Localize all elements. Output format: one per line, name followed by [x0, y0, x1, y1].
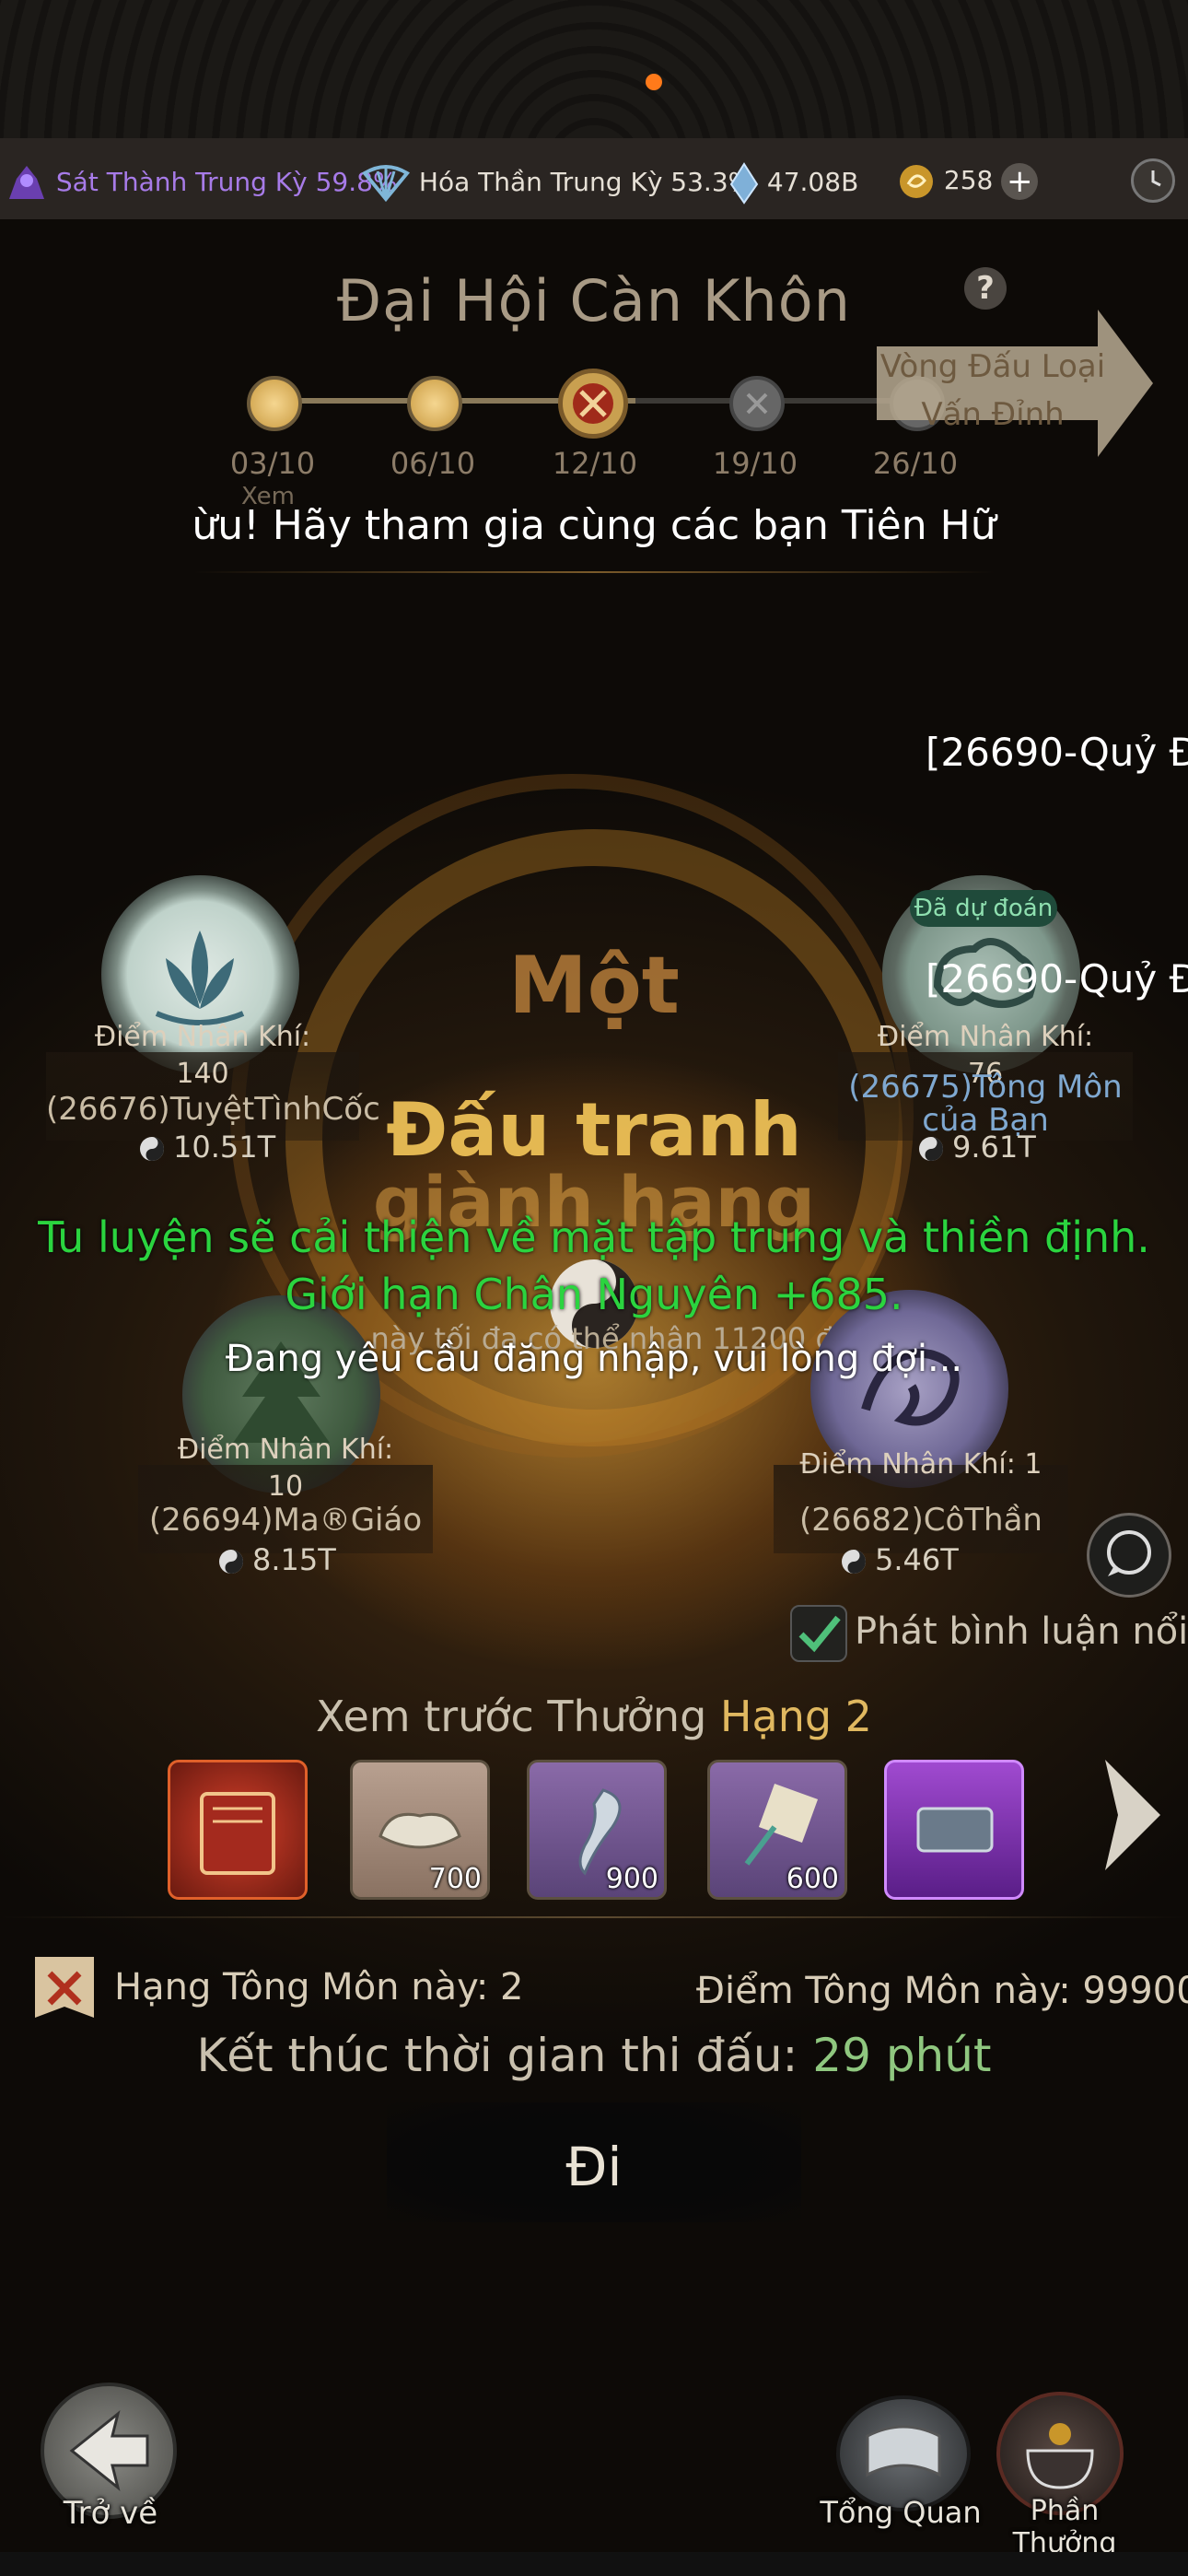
divider-line — [193, 571, 995, 573]
purple-card-icon — [916, 1807, 994, 1853]
sect-2-points-label: Điểm Nhân Khí: — [877, 1021, 1094, 1053]
camera-indicator — [646, 74, 662, 90]
realm-status-1: Sát Thành Trung Kỳ 59.8% — [6, 162, 398, 205]
scroll-map-icon — [866, 2425, 941, 2477]
sect-1-power-value: 10.51T — [173, 1130, 276, 1165]
checkmark-icon — [798, 1615, 841, 1653]
comment-checkbox[interactable] — [790, 1605, 847, 1662]
chat-button[interactable] — [1087, 1513, 1171, 1598]
chat-scroll-message-1: [26690-Quỷ Đ — [926, 730, 1188, 775]
sect-2-power: 9.61T — [917, 1130, 1036, 1165]
sect-3-points: 10 — [267, 1470, 304, 1503]
sect-4-power: 5.46T — [840, 1542, 959, 1577]
clock-icon[interactable] — [1131, 158, 1175, 203]
crystal-currency: 47.08B — [729, 162, 858, 205]
add-currency-button[interactable]: + — [1001, 163, 1039, 200]
timeline-node-1[interactable] — [247, 376, 302, 431]
match-end-time: Kết thúc thời gian thi đấu: 29 phút — [0, 2029, 1188, 2082]
reward-title-prefix: Xem trước Thưởng — [316, 1692, 707, 1741]
back-label: Trở về — [63, 2495, 158, 2532]
sect-score-text: Điểm Tông Môn này: 99900 — [696, 1970, 1188, 2012]
reward-preview-title: Xem trước Thưởng Hạng 2 — [0, 1692, 1188, 1741]
sect-4-power-value: 5.46T — [875, 1542, 959, 1577]
next-round-label: Vòng Đấu Loại Vấn Đỉnh — [879, 348, 1106, 433]
realm-status-2: Hóa Thần Trung Kỳ 53.3% — [361, 162, 752, 205]
sect-1-points: 140 — [176, 1058, 229, 1090]
sect-3-name: (26694)Ma®Giáo — [148, 1502, 423, 1539]
reward-item-1[interactable] — [168, 1760, 308, 1900]
chat-bubble-icon — [1107, 1530, 1151, 1576]
yin-yang-icon — [919, 1137, 943, 1161]
timeline-date-1: 03/10 — [229, 446, 316, 481]
section-divider — [0, 1916, 1188, 1918]
cultivation-toast: Tu luyện sẽ cải thiện về mặt tập trung v… — [38, 1212, 1150, 1319]
crossed-swords-icon — [573, 383, 613, 424]
reward-item-4-count: 600 — [786, 1863, 839, 1895]
sect-3-power-value: 8.15T — [252, 1542, 336, 1577]
reward-next-arrow[interactable] — [1096, 1760, 1170, 1870]
gold-currency: 258 + — [897, 162, 1039, 201]
predicted-badge: Đã dự đoán — [910, 890, 1057, 927]
yin-yang-icon — [842, 1550, 866, 1574]
timeline-date-4: 19/10 — [712, 446, 798, 481]
reward-label: Phần Thưởng — [1012, 2495, 1117, 2559]
reward-item-5[interactable] — [884, 1760, 1024, 1900]
sect-rank-text: Hạng Tông Môn này: 2 — [114, 1966, 524, 2008]
go-button-label: Đi — [565, 2136, 623, 2198]
realm2-text: Hóa Thần Trung Kỳ 53.3% — [418, 167, 753, 197]
reward-item-3[interactable]: 900 — [527, 1760, 667, 1900]
timeline-node-4[interactable] — [729, 376, 785, 431]
crystal-amount: 47.08B — [766, 167, 859, 197]
timeline-node-2[interactable] — [407, 376, 462, 431]
sect-1-points-label: Điểm Nhân Khí: — [94, 1021, 311, 1053]
comment-toggle-label: Phát bình luận nổi — [855, 1610, 1188, 1653]
fan-icon — [361, 165, 411, 203]
reward-item-3-count: 900 — [605, 1863, 658, 1895]
sect-2-name: (26675)Tông Môn của Bạn — [848, 1069, 1123, 1139]
sect-3-power: 8.15T — [217, 1542, 336, 1577]
sect-1-name: (26676)TuyệtTìnhCốc — [46, 1091, 380, 1128]
reward-item-2-count: 700 — [428, 1863, 482, 1895]
overview-label: Tổng Quan — [820, 2495, 982, 2530]
reward-title-rank: Hạng 2 — [719, 1692, 872, 1741]
end-time-value: 29 phút — [812, 2029, 992, 2082]
yin-yang-icon — [140, 1137, 164, 1161]
reward-item-4[interactable]: 600 — [707, 1760, 847, 1900]
red-book-icon — [200, 1792, 275, 1875]
gold-coin-icon — [900, 165, 933, 198]
sect-3-points-label: Điểm Nhân Khí: — [177, 1434, 394, 1466]
rank-banner-icon — [35, 1957, 94, 2018]
crystal-icon — [729, 162, 759, 205]
timeline-date-3: 12/10 — [552, 446, 638, 481]
gold-amount: 258 — [943, 165, 994, 195]
sect-4-name: (26682)CôThần — [799, 1502, 1042, 1539]
top-notch-area — [0, 0, 1188, 138]
demon-avatar-icon — [9, 166, 44, 199]
home-indicator-area — [0, 2552, 1188, 2576]
yin-yang-icon — [219, 1550, 243, 1574]
sect-2-power-value: 9.61T — [952, 1130, 1036, 1165]
timeline-node-current[interactable] — [558, 369, 628, 439]
chat-scroll-message-2: [26690-Quỷ Đ — [926, 956, 1188, 1001]
sect-4-points-label: Điểm Nhân Khí: 1 — [799, 1448, 1042, 1481]
sect-1-power: 10.51T — [138, 1130, 275, 1165]
timeline-date-2: 06/10 — [390, 446, 476, 481]
help-button[interactable]: ? — [964, 267, 1007, 310]
end-time-label: Kết thúc thời gian thi đấu: — [196, 2029, 798, 2082]
reward-item-2[interactable]: 700 — [350, 1760, 490, 1900]
scrolling-banner: ừu! Hãy tham gia cùng các bạn Tiên Hữ — [192, 502, 996, 549]
login-waiting-toast: Đang yêu cầu đăng nhập, vui lòng đợi... — [225, 1338, 963, 1380]
realm1-text: Sát Thành Trung Kỳ 59.8% — [55, 167, 398, 197]
